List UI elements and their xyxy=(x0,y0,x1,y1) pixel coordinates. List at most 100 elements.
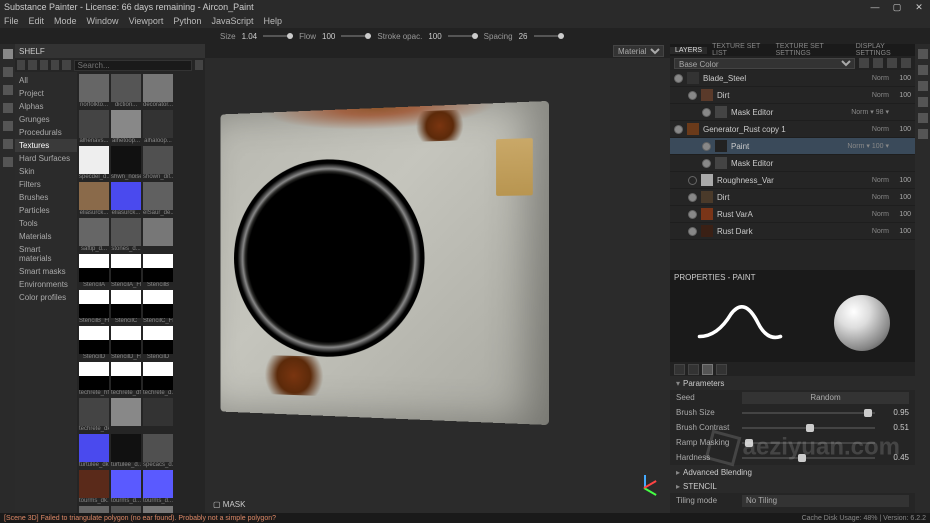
shelf-thumb[interactable]: StencilB xyxy=(143,254,173,288)
layer-name[interactable]: Dirt xyxy=(717,193,868,202)
layer-name[interactable]: Rust VarA xyxy=(717,210,868,219)
shelf-search-input[interactable] xyxy=(74,60,192,71)
visibility-toggle-icon[interactable] xyxy=(688,227,697,236)
channel-alpha-icon[interactable] xyxy=(688,364,699,375)
shelf-thumb[interactable]: stones_d... xyxy=(111,218,141,252)
shelf-thumb[interactable]: shwn_noise xyxy=(111,146,141,180)
advanced-blending-section[interactable]: Advanced Blending xyxy=(670,465,915,479)
shelf-view-icon[interactable] xyxy=(62,60,70,70)
add-mask-icon[interactable] xyxy=(887,58,897,68)
shelf-thumb[interactable]: tourms_d... xyxy=(143,470,173,504)
shelf-cat-particles[interactable]: Particles xyxy=(15,204,77,217)
visibility-toggle-icon[interactable] xyxy=(688,210,697,219)
eraser-tool-icon[interactable] xyxy=(3,67,13,77)
smudge-tool-icon[interactable] xyxy=(3,121,13,131)
shelf-cat-tools[interactable]: Tools xyxy=(15,217,77,230)
layer-thumbnail[interactable] xyxy=(701,208,713,220)
shelf-thumb[interactable]: StencilC xyxy=(111,290,141,324)
layer-thumbnail[interactable] xyxy=(701,174,713,186)
shelf-folder-icon[interactable] xyxy=(28,60,36,70)
brush-size-value[interactable]: 0.95 xyxy=(881,408,909,417)
tab-layers[interactable]: LAYERS xyxy=(670,47,707,54)
shelf-thumb[interactable]: turtulee_d... xyxy=(111,434,141,468)
shelf-cat-environments[interactable]: Environments xyxy=(15,278,77,291)
shelf-cat-all[interactable]: All xyxy=(15,74,77,87)
ramp-masking-slider[interactable] xyxy=(742,442,875,444)
shelf-thumb[interactable]: StencilA_Flip xyxy=(111,254,141,288)
menu-python[interactable]: Python xyxy=(173,16,201,26)
iray-icon[interactable] xyxy=(918,129,928,139)
shelf-cat-skin[interactable]: Skin xyxy=(15,165,77,178)
shelf-thumb[interactable]: techrete_d... xyxy=(143,362,173,396)
brush-contrast-slider[interactable] xyxy=(742,427,875,429)
shelf-thumb[interactable]: alhaloop... xyxy=(143,110,173,144)
shelf-thumb[interactable]: norfolkto... xyxy=(79,74,109,108)
blend-mode[interactable]: Norm xyxy=(872,194,889,201)
parameters-section[interactable]: Parameters xyxy=(670,376,915,390)
shelf-thumb[interactable]: diction... xyxy=(111,74,141,108)
shelf-cat-filters[interactable]: Filters xyxy=(15,178,77,191)
menu-edit[interactable]: Edit xyxy=(29,16,45,26)
layer-name[interactable]: Generator_Rust copy 1 xyxy=(703,125,868,134)
shelf-thumb[interactable]: StencilB_Fl... xyxy=(79,290,109,324)
channel-select[interactable]: Base Color xyxy=(674,58,855,69)
shelf-import-icon[interactable] xyxy=(40,60,48,70)
visibility-toggle-icon[interactable] xyxy=(702,159,711,168)
layer-name[interactable]: Mask Editor xyxy=(731,108,847,117)
shelf-grid-icon[interactable] xyxy=(195,60,203,70)
shelf-cat-smart-materials[interactable]: Smart materials xyxy=(15,243,77,265)
shelf-thumb[interactable] xyxy=(111,506,141,513)
brush-tool-icon[interactable] xyxy=(3,49,13,59)
shelf-thumb[interactable]: eliasurck... xyxy=(111,182,141,216)
layer-thumbnail[interactable] xyxy=(701,225,713,237)
shading-mode-select[interactable]: Material xyxy=(613,45,664,57)
close-button[interactable]: ✕ xyxy=(912,2,926,13)
brush-contrast-value[interactable]: 0.51 xyxy=(881,423,909,432)
layer-row[interactable]: Rust DarkNorm100 xyxy=(670,223,915,240)
layer-opacity[interactable]: 100 xyxy=(893,194,911,201)
size-value[interactable]: 1.04 xyxy=(242,32,258,41)
baking-icon[interactable] xyxy=(918,113,928,123)
visibility-toggle-icon[interactable] xyxy=(674,74,683,83)
blend-mode[interactable]: Norm xyxy=(872,92,889,99)
shelf-cat-hard-surfaces[interactable]: Hard Surfaces xyxy=(15,152,77,165)
visibility-toggle-icon[interactable] xyxy=(688,176,697,185)
layer-opacity[interactable]: 100 xyxy=(893,177,911,184)
shelf-cat-materials[interactable]: Materials xyxy=(15,230,77,243)
layer-row[interactable]: Generator_Rust copy 1Norm100 xyxy=(670,121,915,138)
layer-name[interactable]: Mask Editor xyxy=(731,159,885,168)
shelf-thumb[interactable]: techrete_hf... xyxy=(79,362,109,396)
visibility-toggle-icon[interactable] xyxy=(702,108,711,117)
shelf-thumb[interactable] xyxy=(143,218,173,252)
shelf-thumb[interactable]: elSaur_de... xyxy=(143,182,173,216)
shelf-thumb[interactable]: StencilD xyxy=(143,326,173,360)
channel-brush-icon[interactable] xyxy=(674,364,685,375)
shelf-thumb[interactable] xyxy=(79,506,109,513)
menu-viewport[interactable]: Viewport xyxy=(129,16,164,26)
shelf-thumb[interactable]: shown_dif... xyxy=(143,146,173,180)
layer-row[interactable]: DirtNorm100 xyxy=(670,87,915,104)
tab-display-settings[interactable]: DISPLAY SETTINGS xyxy=(851,43,915,57)
minimize-button[interactable]: — xyxy=(868,2,882,12)
layer-name[interactable]: Roughness_Var xyxy=(717,176,868,185)
shelf-thumb[interactable]: saftip_d... xyxy=(79,218,109,252)
shelf-cat-brushes[interactable]: Brushes xyxy=(15,191,77,204)
flow-slider[interactable] xyxy=(341,35,371,37)
layer-thumbnail[interactable] xyxy=(715,106,727,118)
spacing-value[interactable]: 26 xyxy=(519,32,528,41)
shelf-thumb[interactable]: StencilD xyxy=(79,326,109,360)
opacity-slider[interactable] xyxy=(448,35,478,37)
shelf-cat-project[interactable]: Project xyxy=(15,87,77,100)
fill-tool-icon[interactable] xyxy=(3,103,13,113)
shelf-cat-color-profiles[interactable]: Color profiles xyxy=(15,291,77,304)
tiling-mode-select[interactable]: No Tiling xyxy=(742,495,909,507)
shelf-thumb[interactable]: turtulee_dk... xyxy=(79,434,109,468)
hardness-slider[interactable] xyxy=(742,457,875,459)
shelf-cat-grunges[interactable]: Grunges xyxy=(15,113,77,126)
shelf-cat-procedurals[interactable]: Procedurals xyxy=(15,126,77,139)
projection-tool-icon[interactable] xyxy=(3,85,13,95)
layer-row[interactable]: Dirt Norm 100 xyxy=(670,189,915,206)
blend-mode[interactable]: Norm ▾ 98 ▾ xyxy=(851,108,889,116)
layer-thumbnail[interactable] xyxy=(715,140,727,152)
channel-material-icon[interactable] xyxy=(716,364,727,375)
